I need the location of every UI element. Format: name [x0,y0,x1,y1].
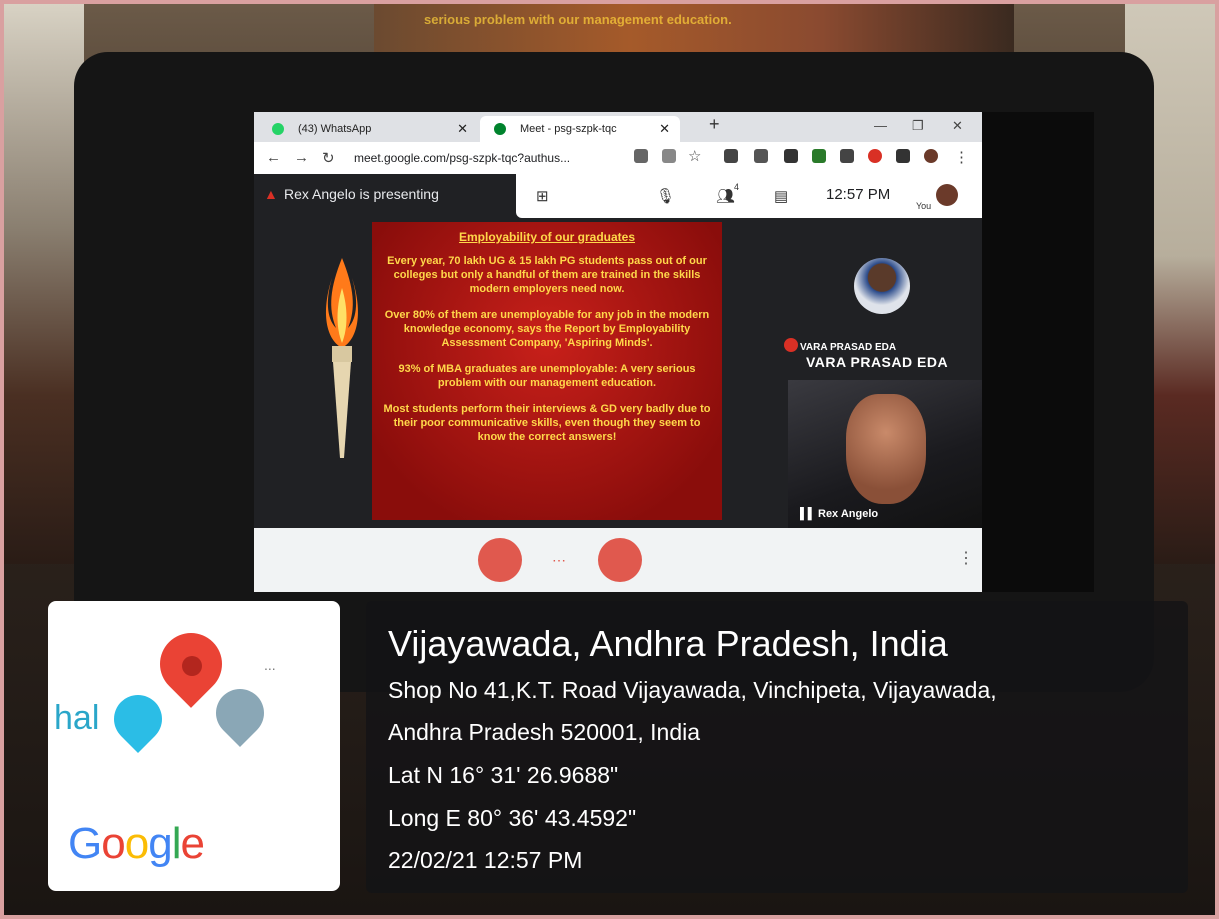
participant-name: Rex Angelo [818,508,879,520]
you-label: You [916,201,932,211]
meet-stage: Employability of our graduates Every yea… [254,218,982,528]
profile-avatar[interactable] [924,149,938,163]
map-pin-dot [182,656,202,676]
extension-icon[interactable] [784,149,798,163]
meet-controls: ⊞ 🎙︎ 👥︎ 4 ▤ 12:57 PM You [516,174,982,218]
whatsapp-icon [272,123,284,135]
browser-tab-bar: (43) WhatsApp ✕ Meet - psg-szpk-tqc ✕ + … [254,112,982,142]
audio-level-icon: ▌▌ [800,508,816,520]
extension-icon[interactable] [868,149,882,163]
map-card: hal ... Google [48,601,340,891]
star-icon[interactable]: ☆ [688,147,701,165]
mic-off-button[interactable] [478,538,522,582]
tab-label: (43) WhatsApp [298,123,372,135]
location-city: Vijayawada, Andhra Pradesh, India [388,623,948,664]
latitude: Lat N 16° 31' 26.9688" [388,762,619,788]
participant-tile[interactable]: VARA PRASAD EDA VARA PRASAD EDA [784,238,974,370]
address-line-1: Shop No 41,K.T. Road Vijayawada, Vinchip… [388,677,997,703]
slide-paragraph: 93% of MBA graduates are unemployable: A… [398,363,696,389]
logo-letter: o [124,819,150,868]
google-logo: Google [68,819,205,869]
puzzle-icon[interactable] [896,149,910,163]
url-input[interactable]: meet.google.com/psg-szpk-tqc?authus... [354,147,624,169]
longitude: Long E 80° 36' 43.4592" [388,805,637,831]
camera-icon[interactable] [634,149,648,163]
wall-left [4,4,84,564]
mic-icon[interactable]: 🎙︎ [656,187,675,205]
close-window-icon[interactable]: ✕ [952,118,963,134]
presenting-text: Rex Angelo is presenting [284,186,439,202]
laptop: (43) WhatsApp ✕ Meet - psg-szpk-tqc ✕ + … [74,52,1154,692]
zoom-icon[interactable] [662,149,676,163]
school-pin-icon [206,679,274,747]
participant-name-large: VARA PRASAD EDA [806,354,949,370]
slide-paragraph: Most students perform their interviews &… [383,403,711,443]
extension-icon[interactable] [812,149,826,163]
more-icon[interactable]: ⋯ [552,552,566,569]
location-info-panel: Vijayawada, Andhra Pradesh, India Shop N… [366,601,1188,893]
logo-letter: o [101,819,126,868]
tab-whatsapp[interactable]: (43) WhatsApp ✕ [258,116,478,142]
avatar [854,258,910,314]
camera-off-button[interactable] [598,538,642,582]
mic-off-icon [784,338,798,352]
extension-icon[interactable] [724,149,738,163]
forward-icon[interactable]: → [294,149,309,166]
timestamp: 22/02/21 12:57 PM [388,847,583,873]
slide-paragraph: Every year, 70 lakh UG & 15 lakh PG stud… [387,255,707,295]
back-icon[interactable]: ← [266,149,281,166]
logo-letter: G [68,819,102,868]
map-partial-text: hal [54,699,100,737]
reload-icon[interactable]: ↻ [322,149,335,167]
meet-icon [494,123,506,135]
chat-icon[interactable]: ▤ [774,187,788,205]
participant-video [846,394,926,504]
slide-paragraph: Over 80% of them are unemployable for an… [384,309,710,349]
photo-frame: serious problem with our management educ… [0,0,1219,919]
participant-video-tile[interactable]: ▌▌ Rex Angelo [788,380,982,528]
address-bar: ← → ↻ meet.google.com/psg-szpk-tqc?authu… [254,142,982,175]
tab-label: Meet - psg-szpk-tqc [520,123,617,135]
avatar[interactable] [936,184,958,206]
participant-name: VARA PRASAD EDA [800,342,897,353]
meet-bottom-bar: ⋯ ⋮ [254,528,982,592]
menu-icon[interactable]: ⋮ [954,148,969,166]
layout-icon[interactable]: ⊞ [536,187,549,205]
participant-count: 4 [734,182,740,192]
close-icon[interactable]: ✕ [659,116,670,142]
extension-icon[interactable] [754,149,768,163]
slide-title: Employability of our graduates [458,230,636,244]
close-icon[interactable]: ✕ [457,116,468,142]
people-icon[interactable]: 👥︎ [716,187,735,205]
tab-meet[interactable]: Meet - psg-szpk-tqc ✕ [480,116,680,142]
new-tab-button[interactable]: + [709,114,720,135]
more-options-icon[interactable]: ⋮ [958,548,974,568]
projector-text: serious problem with our management educ… [424,12,732,27]
minimize-icon[interactable]: — [874,118,887,133]
cinema-pin-icon [104,685,172,753]
torch-icon [326,258,358,458]
more-icon: ... [264,657,276,673]
logo-letter: g [148,819,173,868]
maximize-icon[interactable]: ❐ [912,118,924,134]
presentation-slide: Employability of our graduates Every yea… [372,222,722,520]
address-line-2: Andhra Pradesh 520001, India [388,719,701,745]
logo-letter: e [180,819,205,868]
extension-icon[interactable] [840,149,854,163]
presenter-icon: ▲ [264,186,278,202]
meet-clock: 12:57 PM [826,186,891,203]
laptop-screen: (43) WhatsApp ✕ Meet - psg-szpk-tqc ✕ + … [254,112,1094,592]
